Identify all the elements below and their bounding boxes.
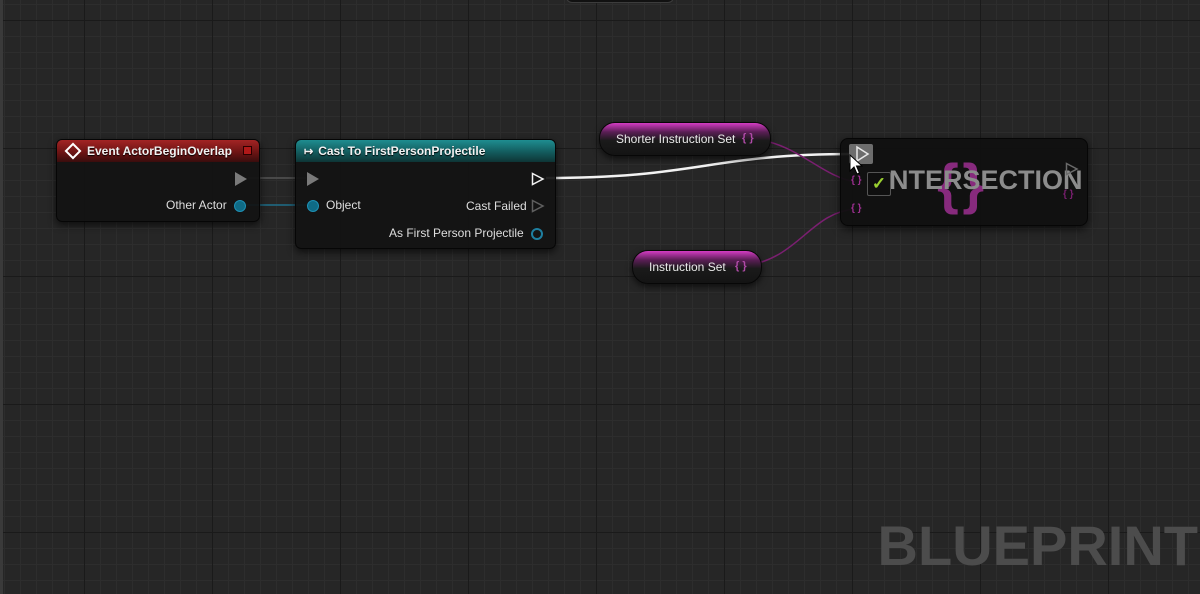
event-other-actor-row: Other Actor [166, 198, 227, 212]
cast-failed-row: Cast Failed [466, 199, 527, 213]
event-node-header[interactable]: Event ActorBeginOverlap [57, 140, 259, 162]
cast-failed-label: Cast Failed [466, 199, 527, 213]
cast-node-header[interactable]: ↦ Cast To FirstPersonProjectile [296, 140, 555, 162]
instruction-set-label: Instruction Set [649, 260, 726, 274]
event-other-actor-label: Other Actor [166, 198, 227, 212]
wire-layer [246, 138, 857, 267]
shorter-instruction-set-label: Shorter Instruction Set [616, 132, 736, 146]
exec-wire-cast-to-intersection [545, 152, 853, 180]
cast-as-projectile-row: As First Person Projectile [389, 226, 524, 240]
intersection-set-a-pin[interactable]: { } [851, 175, 862, 186]
cast-as-projectile-pin[interactable] [531, 228, 543, 240]
blueprint-watermark: BLUEPRINT [877, 514, 1198, 577]
cast-object-pin[interactable] [307, 200, 319, 212]
event-delegate-pin[interactable] [243, 146, 252, 155]
cast-node-title: Cast To FirstPersonProjectile [318, 144, 486, 158]
cast-object-row: Object [326, 198, 361, 212]
event-other-actor-pin[interactable] [234, 200, 246, 212]
intersection-checkbox[interactable]: ✓ [867, 172, 891, 196]
cast-failed-exec-pin[interactable] [531, 199, 545, 213]
intersection-exec-out-pin[interactable] [1065, 162, 1079, 176]
intersection-title: NTERSECTION [889, 165, 1083, 195]
cast-as-projectile-label: As First Person Projectile [389, 226, 524, 240]
intersection-node[interactable]: { } NTERSECTION ✓ { } { } { } [840, 138, 1088, 226]
cast-exec-out-pin[interactable] [531, 172, 545, 186]
cast-object-label: Object [326, 198, 361, 212]
cast-exec-in-pin[interactable] [307, 172, 319, 186]
event-exec-out-pin[interactable] [235, 172, 247, 186]
shorter-instruction-set-out-pin[interactable]: { } [742, 132, 754, 144]
instruction-set-out-pin[interactable]: { } [735, 260, 747, 272]
cast-arrow-icon: ↦ [304, 145, 314, 158]
mouse-pointer-icon [849, 154, 863, 175]
cast-to-first-person-projectile-node[interactable]: ↦ Cast To FirstPersonProjectile Object C… [295, 139, 556, 249]
instruction-set-variable[interactable]: Instruction Set { } [632, 250, 762, 284]
event-node-title: Event ActorBeginOverlap [87, 144, 232, 158]
event-diamond-icon [64, 142, 82, 160]
intersection-result-pin[interactable]: { } [1063, 189, 1074, 200]
shorter-instruction-set-variable[interactable]: Shorter Instruction Set { } [599, 122, 771, 156]
intersection-set-b-pin[interactable]: { } [851, 203, 862, 214]
event-actor-begin-overlap-node[interactable]: Event ActorBeginOverlap Other Actor [56, 139, 260, 222]
